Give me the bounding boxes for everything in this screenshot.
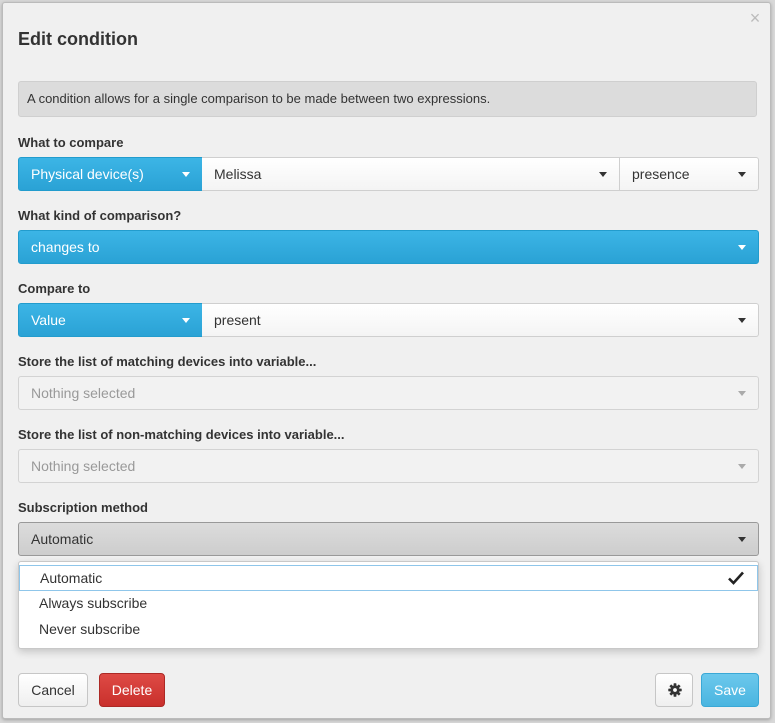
- what-to-compare-label: What to compare: [18, 135, 124, 150]
- device-value: Melissa: [214, 166, 262, 182]
- caret-down-icon: [738, 172, 746, 177]
- compare-value-dropdown[interactable]: present: [202, 303, 759, 337]
- source-type-value: Physical device(s): [31, 166, 144, 182]
- subscription-method-value: Automatic: [31, 531, 94, 547]
- menu-item-label: Always subscribe: [39, 595, 148, 611]
- delete-button[interactable]: Delete: [99, 673, 165, 707]
- matching-variable-dropdown[interactable]: Nothing selected: [18, 376, 759, 410]
- dialog-title: Edit condition: [18, 29, 138, 49]
- caret-down-icon: [182, 318, 190, 323]
- non-matching-variable-placeholder: Nothing selected: [31, 458, 136, 474]
- gear-icon: [668, 683, 682, 697]
- device-dropdown[interactable]: Melissa: [202, 157, 620, 191]
- non-matching-variable-label: Store the list of non-matching devices i…: [18, 427, 345, 442]
- menu-item-label: Automatic: [40, 570, 103, 586]
- close-icon[interactable]: ×: [747, 9, 763, 27]
- cancel-button[interactable]: Cancel: [18, 673, 88, 707]
- subscription-method-menu: Automatic Always subscribe Never subscri…: [18, 561, 759, 649]
- caret-down-icon: [738, 464, 746, 469]
- edit-condition-dialog: × Edit condition A condition allows for …: [2, 2, 771, 719]
- caret-down-icon: [738, 245, 746, 250]
- comparison-label: What kind of comparison?: [18, 208, 182, 223]
- subscription-method-dropdown[interactable]: Automatic: [18, 522, 759, 556]
- caret-down-icon: [738, 318, 746, 323]
- caret-down-icon: [182, 172, 190, 177]
- compare-to-label: Compare to: [18, 281, 91, 296]
- compare-type-dropdown[interactable]: Value: [18, 303, 203, 337]
- comparison-value: changes to: [31, 239, 100, 255]
- attribute-value: presence: [632, 166, 690, 182]
- settings-button[interactable]: [655, 673, 693, 707]
- comparison-dropdown[interactable]: changes to: [18, 230, 759, 264]
- caret-down-icon: [738, 537, 746, 542]
- matching-variable-label: Store the list of matching devices into …: [18, 354, 317, 369]
- caret-down-icon: [599, 172, 607, 177]
- info-banner: A condition allows for a single comparis…: [18, 81, 757, 117]
- menu-item-never-subscribe[interactable]: Never subscribe: [19, 617, 758, 643]
- menu-item-automatic[interactable]: Automatic: [19, 565, 758, 591]
- check-icon: [728, 571, 744, 585]
- attribute-dropdown[interactable]: presence: [619, 157, 759, 191]
- menu-item-label: Never subscribe: [39, 621, 141, 637]
- subscription-method-label: Subscription method: [18, 500, 148, 515]
- matching-variable-placeholder: Nothing selected: [31, 385, 136, 401]
- compare-value: present: [214, 312, 261, 328]
- non-matching-variable-dropdown[interactable]: Nothing selected: [18, 449, 759, 483]
- save-button[interactable]: Save: [701, 673, 759, 707]
- compare-type-value: Value: [31, 312, 66, 328]
- caret-down-icon: [738, 391, 746, 396]
- menu-item-always-subscribe[interactable]: Always subscribe: [19, 591, 758, 617]
- source-type-dropdown[interactable]: Physical device(s): [18, 157, 203, 191]
